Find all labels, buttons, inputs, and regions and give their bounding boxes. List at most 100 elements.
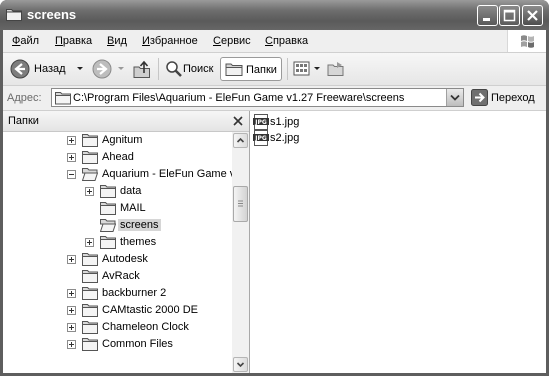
close-icon[interactable] bbox=[231, 114, 245, 128]
title-bar[interactable]: screens bbox=[0, 0, 549, 30]
folder-icon bbox=[100, 184, 116, 198]
tree-item[interactable]: Aquarium - EleFun Game v bbox=[3, 166, 232, 183]
close-button[interactable] bbox=[522, 5, 543, 26]
tree-item[interactable]: Agnitum bbox=[3, 132, 232, 149]
search-button[interactable]: Поиск bbox=[161, 57, 217, 81]
expand-icon[interactable] bbox=[67, 289, 76, 298]
menu-tools[interactable]: Сервис bbox=[213, 35, 251, 47]
views-dropdown-icon[interactable] bbox=[314, 67, 320, 70]
maximize-button[interactable] bbox=[499, 5, 520, 26]
file-item[interactable]: JPG s2.jpg bbox=[253, 130, 333, 146]
folders-pane-title: Папки bbox=[8, 115, 39, 127]
tree-item-label: CAMtastic 2000 DE bbox=[102, 304, 198, 316]
folder-up-icon bbox=[133, 60, 150, 78]
windows-logo bbox=[507, 30, 546, 52]
window-body: Файл Правка Вид Избранное Сервис Справка bbox=[3, 30, 546, 373]
tree-item[interactable]: Autodesk bbox=[3, 251, 232, 268]
menu-bar: Файл Правка Вид Избранное Сервис Справка bbox=[3, 30, 546, 53]
folder-icon bbox=[82, 320, 98, 334]
tree-item[interactable]: Common Files bbox=[3, 336, 232, 353]
back-button[interactable]: Назад bbox=[7, 57, 87, 81]
tree-item-label: Chameleon Clock bbox=[102, 321, 189, 333]
address-input[interactable]: C:\Program Files\Aquarium - EleFun Game … bbox=[51, 88, 464, 107]
expand-icon[interactable] bbox=[67, 323, 76, 332]
forward-arrow-icon bbox=[92, 59, 112, 79]
file-name: s1.jpg bbox=[270, 116, 300, 128]
menu-help[interactable]: Справка bbox=[265, 35, 308, 47]
folder-icon bbox=[82, 286, 98, 300]
expand-icon[interactable] bbox=[85, 238, 94, 247]
tree-item[interactable]: CAMtastic 2000 DE bbox=[3, 302, 232, 319]
address-label: Адрес: bbox=[7, 92, 42, 104]
tree-item[interactable]: Chameleon Clock bbox=[3, 319, 232, 336]
close-icon bbox=[527, 10, 538, 21]
expand-icon[interactable] bbox=[67, 153, 76, 162]
views-button[interactable] bbox=[292, 57, 322, 81]
tree-item[interactable]: backburner 2 bbox=[3, 285, 232, 302]
expand-icon[interactable] bbox=[85, 187, 94, 196]
up-button[interactable] bbox=[129, 57, 155, 81]
collapse-icon[interactable] bbox=[67, 170, 76, 179]
tree-item-label: themes bbox=[120, 236, 157, 248]
back-arrow-icon bbox=[10, 59, 30, 79]
jpg-file-icon: JPG bbox=[253, 114, 269, 130]
expand-icon[interactable] bbox=[67, 136, 76, 145]
address-dropdown-button[interactable] bbox=[446, 89, 463, 106]
chevron-down-icon bbox=[450, 94, 460, 101]
file-name: s2.jpg bbox=[270, 132, 300, 144]
open-folder-icon bbox=[99, 218, 117, 232]
folder-sync-icon bbox=[327, 62, 344, 76]
tree-item[interactable]: AvRack bbox=[3, 268, 232, 285]
toolbar-separator bbox=[158, 58, 159, 80]
views-icon bbox=[293, 61, 310, 76]
scroll-thumb[interactable] bbox=[233, 186, 248, 222]
folder-icon bbox=[82, 303, 98, 317]
tree-item-label: screens bbox=[118, 219, 161, 231]
menu-edit[interactable]: Правка bbox=[55, 35, 92, 47]
sync-button[interactable] bbox=[324, 57, 348, 81]
folder-icon bbox=[82, 252, 98, 266]
menu-file[interactable]: Файл bbox=[12, 35, 39, 47]
folder-icon bbox=[82, 337, 98, 351]
scroll-up-button[interactable] bbox=[233, 133, 248, 148]
tree-item-label: Ahead bbox=[102, 151, 134, 163]
forward-button[interactable] bbox=[89, 57, 125, 81]
folder-icon bbox=[6, 9, 22, 21]
go-button[interactable]: Переход bbox=[469, 89, 545, 107]
folders-pane: Папки Agnitum Ahead Aquarium - EleFun Game… bbox=[3, 111, 250, 373]
expand-icon[interactable] bbox=[67, 255, 76, 264]
tree-item-label: Common Files bbox=[102, 338, 173, 350]
tree-item-label: Autodesk bbox=[102, 253, 148, 265]
explorer-window: screens Файл Правка Вид Избранное Сервис… bbox=[0, 0, 549, 376]
tree-item[interactable]: themes bbox=[3, 234, 232, 251]
minimize-button[interactable] bbox=[477, 5, 498, 26]
tree-item-label: backburner 2 bbox=[102, 287, 167, 299]
file-item[interactable]: JPG s1.jpg bbox=[253, 114, 333, 130]
tree-item[interactable]: MAIL bbox=[3, 200, 232, 217]
forward-dropdown-icon[interactable] bbox=[118, 67, 124, 70]
svg-text:JPG: JPG bbox=[254, 119, 267, 126]
chevron-up-icon bbox=[236, 137, 245, 143]
expand-icon[interactable] bbox=[67, 306, 76, 315]
standard-toolbar: Назад Поиск Папки bbox=[3, 53, 546, 86]
menu-view[interactable]: Вид bbox=[107, 35, 127, 47]
folder-icon bbox=[100, 235, 116, 249]
tree-item[interactable]: screens bbox=[3, 217, 232, 234]
tree-item-label: Agnitum bbox=[102, 134, 143, 146]
expand-icon[interactable] bbox=[67, 340, 76, 349]
tree-item[interactable]: data bbox=[3, 183, 232, 200]
windows-flag-icon bbox=[521, 35, 534, 48]
folders-icon bbox=[225, 63, 243, 76]
search-icon bbox=[166, 61, 182, 77]
folders-button[interactable]: Папки bbox=[220, 57, 282, 81]
tree-item-label: MAIL bbox=[120, 202, 146, 214]
menu-favorites[interactable]: Избранное bbox=[142, 35, 198, 47]
folder-icon bbox=[55, 92, 71, 105]
tree-item[interactable]: Ahead bbox=[3, 149, 232, 166]
tree-scrollbar[interactable] bbox=[232, 132, 249, 373]
open-folder-icon bbox=[81, 167, 99, 181]
go-arrow-icon bbox=[471, 89, 488, 106]
back-dropdown-icon[interactable] bbox=[77, 67, 83, 70]
tree-item-label: Aquarium - EleFun Game v bbox=[102, 168, 232, 180]
scroll-down-button[interactable] bbox=[233, 357, 248, 372]
